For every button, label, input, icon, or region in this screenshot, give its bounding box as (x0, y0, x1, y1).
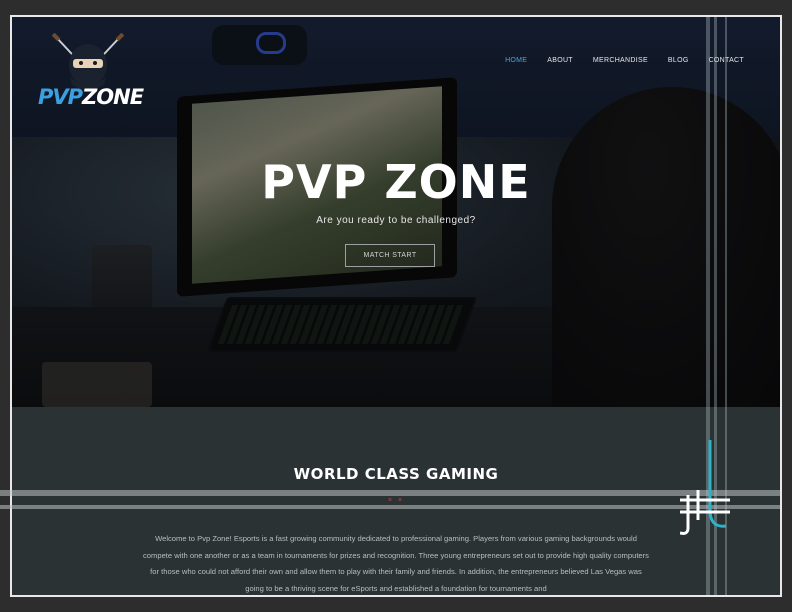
match-start-button[interactable]: MATCH START (345, 244, 435, 267)
section-title: WORLD CLASS GAMING (293, 465, 499, 483)
hero-title: PVP ZONE (261, 155, 531, 209)
section-divider: × × (387, 497, 405, 504)
section-body-text: Welcome to Pvp Zone! Esports is a fast g… (143, 534, 649, 593)
nav-item-home[interactable]: HOME (505, 57, 527, 64)
logo-pvp-text: PVP (38, 85, 83, 109)
hero-section: PVPZONE HOME ABOUT MERCHANDISE BLOG CONT… (12, 17, 780, 407)
logo-wordmark: PVPZONE (38, 85, 144, 109)
decorative-band (0, 490, 780, 496)
world-class-gaming-section: WORLD CLASS GAMING × × Welcome to Pvp Zo… (12, 407, 780, 595)
ninja-mascot-icon (51, 32, 125, 90)
nav-item-merchandise[interactable]: MERCHANDISE (593, 57, 648, 64)
nav-item-about[interactable]: ABOUT (547, 57, 573, 64)
hero-subtitle: Are you ready to be challenged? (316, 215, 476, 226)
nav-item-blog[interactable]: BLOG (668, 57, 689, 64)
decorative-band (0, 505, 780, 509)
jt-monogram-icon (680, 440, 730, 535)
site-logo[interactable]: PVPZONE (38, 32, 144, 113)
logo-zone-text: ZONE (82, 85, 144, 109)
website-frame: PVPZONE HOME ABOUT MERCHANDISE BLOG CONT… (10, 15, 782, 597)
